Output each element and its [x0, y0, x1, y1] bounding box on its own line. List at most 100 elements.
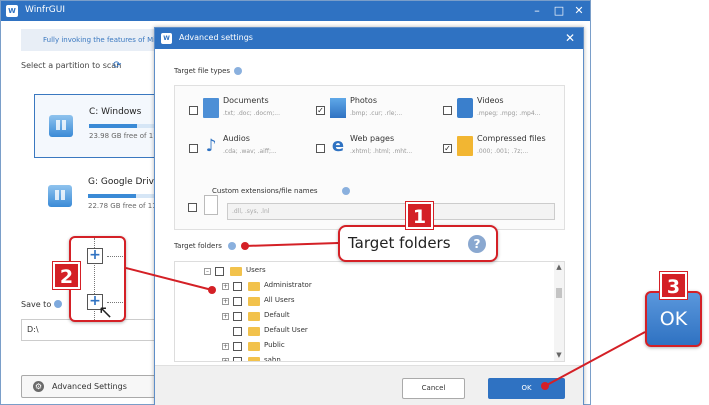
- checkbox[interactable]: [443, 106, 452, 115]
- drive-name: C: Windows: [89, 107, 142, 117]
- scroll-thumb[interactable]: [556, 288, 562, 298]
- custom-extensions-input[interactable]: .dll, .sys, .lnl: [227, 203, 555, 220]
- filetype-compressed[interactable]: ✓ Compressed files .000; .001; .7z;...: [443, 134, 573, 168]
- audio-icon: ♪: [205, 136, 217, 156]
- save-to-input[interactable]: D:\: [21, 319, 156, 341]
- collapse-icon[interactable]: –: [204, 268, 211, 275]
- scroll-down-icon[interactable]: ▼: [555, 351, 563, 359]
- filetype-extensions: .cda; .wav; .aiff;...: [223, 148, 277, 155]
- dialog-close-button[interactable]: ✕: [565, 31, 575, 45]
- web-icon: e: [331, 135, 345, 156]
- tree-item-label: Default: [264, 311, 290, 319]
- checkbox[interactable]: [189, 144, 198, 153]
- expand-icon[interactable]: +: [222, 313, 229, 320]
- custom-extensions-checkbox[interactable]: [188, 203, 197, 212]
- tree-item-label: Default User: [264, 326, 308, 334]
- filetype-name: Compressed files: [477, 134, 546, 143]
- filetype-documents[interactable]: Documents .txt; .doc; .docm;...: [189, 96, 319, 130]
- folder-icon: [248, 357, 260, 361]
- checkbox[interactable]: [233, 357, 242, 361]
- archive-icon: [457, 136, 473, 156]
- main-titlebar: W WinfrGUI – □ ✕: [1, 1, 590, 21]
- custom-file-icon: [204, 195, 218, 215]
- scroll-up-icon[interactable]: ▲: [555, 263, 563, 271]
- drive-card-g[interactable]: G: Google Drive 22.78 GB free of 11: [34, 165, 168, 229]
- gear-icon: ⚙: [33, 381, 44, 392]
- filetype-photos[interactable]: ✓ Photos .bmp; .cur; .rle;...: [316, 96, 446, 130]
- folder-icon: [248, 312, 260, 321]
- app-logo-icon: W: [6, 5, 18, 17]
- checkbox[interactable]: [233, 342, 242, 351]
- target-folders-label: Target folders: [174, 242, 222, 250]
- dialog-footer: Cancel OK: [155, 365, 583, 405]
- filetype-name: Photos: [350, 96, 377, 105]
- help-icon[interactable]: [342, 187, 350, 195]
- filetype-name: Audios: [223, 134, 250, 143]
- expand-icon[interactable]: +: [222, 298, 229, 305]
- step-badge-1: 1: [406, 202, 433, 229]
- tree-item-label: All Users: [264, 296, 295, 304]
- expand-icon: +: [87, 248, 103, 264]
- custom-extensions-label: Custom extensions/file names: [212, 187, 318, 195]
- drive-card-c[interactable]: C: Windows 23.98 GB free of 11: [34, 94, 169, 158]
- help-icon[interactable]: [234, 67, 242, 75]
- cursor-icon: ↖: [98, 302, 114, 322]
- step-badge-2: 2: [53, 262, 80, 289]
- filetype-extensions: .xhtml; .html; .mht...: [350, 148, 413, 155]
- partition-label: Select a partition to scan: [21, 61, 122, 70]
- ok-button[interactable]: OK: [488, 378, 565, 399]
- windows-drive-icon: [49, 115, 73, 137]
- save-to-label: Save to: [21, 300, 52, 309]
- checkbox[interactable]: [233, 297, 242, 306]
- dialog-title: Advanced settings: [179, 33, 253, 42]
- drive-size: 23.98 GB free of 11: [89, 132, 158, 140]
- help-icon[interactable]: [228, 242, 236, 250]
- filetype-videos[interactable]: Videos .mpeg; .mpg; .mp4...: [443, 96, 573, 130]
- expand-icon[interactable]: +: [222, 343, 229, 350]
- tree-item-label: sahn: [264, 356, 281, 362]
- checkbox-checked[interactable]: ✓: [316, 106, 325, 115]
- cancel-button[interactable]: Cancel: [402, 378, 465, 399]
- file-types-label: Target file types: [174, 67, 231, 75]
- checkbox[interactable]: [215, 267, 224, 276]
- help-icon: ?: [468, 235, 486, 253]
- checkbox[interactable]: [233, 282, 242, 291]
- maximize-button[interactable]: □: [548, 2, 570, 20]
- folder-icon: [248, 297, 260, 306]
- filetype-extensions: .txt; .doc; .docm;...: [223, 110, 280, 117]
- dialog-titlebar: W Advanced settings ✕: [155, 28, 583, 49]
- drive-icon: [48, 185, 72, 207]
- filetype-name: Videos: [477, 96, 504, 105]
- filetype-extensions: .bmp; .cur; .rle;...: [350, 110, 403, 117]
- expand-icon[interactable]: +: [222, 358, 229, 361]
- filetype-audios[interactable]: ♪ Audios .cda; .wav; .aiff;...: [189, 134, 319, 168]
- filetype-extensions: .mpeg; .mpg; .mp4...: [477, 110, 541, 117]
- drive-name: G: Google Drive: [88, 177, 160, 187]
- filetype-web-pages[interactable]: e Web pages .xhtml; .html; .mht...: [316, 134, 446, 168]
- drive-size: 22.78 GB free of 11: [88, 202, 157, 210]
- window-title: WinfrGUI: [25, 5, 65, 15]
- filetype-name: Web pages: [350, 134, 395, 143]
- drive-usage-fill: [88, 194, 136, 198]
- help-icon[interactable]: [54, 300, 62, 308]
- checkbox-checked[interactable]: ✓: [443, 144, 452, 153]
- close-button[interactable]: ✕: [568, 2, 590, 20]
- advanced-settings-button[interactable]: ⚙ Advanced Settings: [21, 375, 157, 398]
- checkbox[interactable]: [233, 312, 242, 321]
- folder-icon: [248, 282, 260, 291]
- advanced-settings-dialog: W Advanced settings ✕ Target file types …: [154, 27, 584, 405]
- checkbox[interactable]: [233, 327, 242, 336]
- expand-icon[interactable]: +: [222, 283, 229, 290]
- checkbox[interactable]: [316, 144, 325, 153]
- refresh-icon[interactable]: ⟳: [113, 60, 121, 71]
- checkbox[interactable]: [189, 106, 198, 115]
- advanced-settings-label: Advanced Settings: [52, 382, 127, 391]
- folder-icon: [248, 327, 260, 336]
- callout-text: Target folders: [348, 234, 451, 252]
- tree-item-label: Administrator: [264, 281, 312, 289]
- folder-icon: [248, 342, 260, 351]
- video-icon: [457, 98, 473, 118]
- folder-tree: – Users + Administrator + All Users + De…: [174, 261, 565, 362]
- minimize-button[interactable]: –: [526, 2, 548, 20]
- tree-scrollbar[interactable]: ▲ ▼: [554, 262, 564, 361]
